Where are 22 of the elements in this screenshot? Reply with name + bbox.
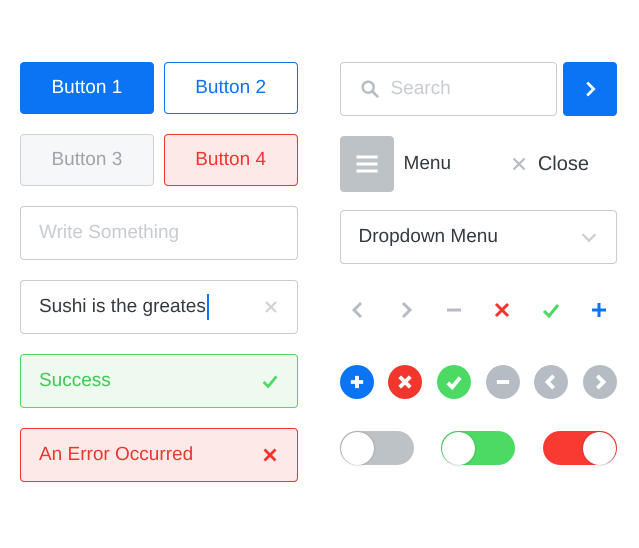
menu-button[interactable] (340, 136, 394, 192)
success-field: Success (20, 354, 298, 408)
minus-icon[interactable] (486, 365, 520, 399)
text-cursor (206, 294, 209, 320)
button[interactable]: Button 4 (164, 134, 298, 186)
toggle-switch[interactable] (441, 431, 516, 465)
close-button[interactable]: Close (508, 152, 589, 176)
chevron-right-icon[interactable] (582, 365, 617, 399)
error-field: An Error Occurred (20, 428, 298, 482)
toggle-switch[interactable] (543, 431, 617, 465)
toggle-switch[interactable] (340, 431, 414, 465)
button[interactable]: Button 2 (164, 62, 298, 114)
plus-icon[interactable] (340, 365, 374, 399)
close-icon[interactable] (388, 365, 422, 399)
menu-label[interactable]: Menu (404, 153, 452, 175)
go-button[interactable] (563, 62, 617, 116)
text-field[interactable]: Sushi is the greates (20, 280, 298, 334)
search-icon (358, 78, 380, 100)
button[interactable]: Button 1 (20, 62, 154, 114)
chevron-left-icon[interactable] (534, 365, 568, 399)
check-icon[interactable] (436, 365, 471, 399)
dropdown[interactable]: Dropdown Menu (340, 210, 617, 264)
